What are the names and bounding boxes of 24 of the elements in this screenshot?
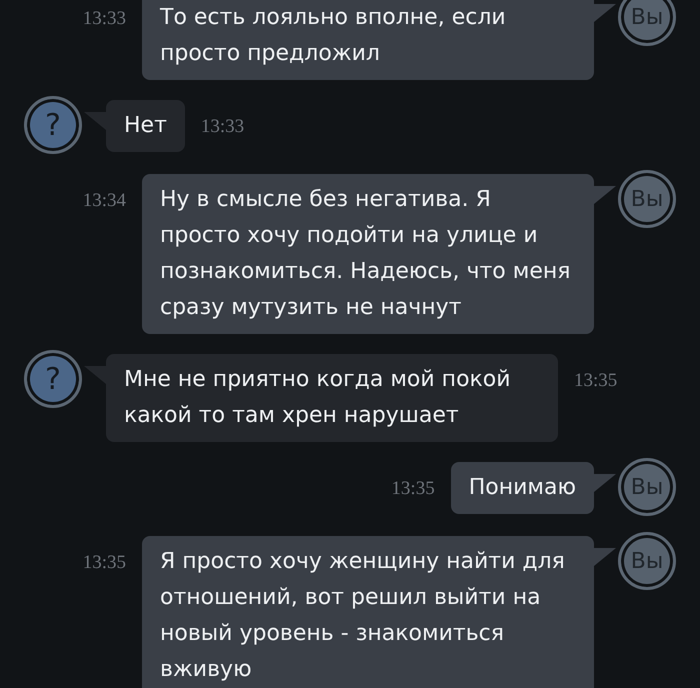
message-bubble: Я просто хочу женщину найти для отношений, вот решил выйти на новый уровень - знакомиться вживую: [142, 536, 594, 688]
avatar[interactable]: Вы: [618, 170, 676, 228]
bubble-tail-icon: [594, 4, 618, 24]
message-time: 13:33: [82, 8, 126, 30]
bubble-tail-icon: [594, 186, 618, 206]
avatar[interactable]: Вы: [618, 458, 676, 516]
message-bubble: Мне не приятно когда мой покой какой то там хрен нарушает: [106, 354, 558, 442]
bubble-tail-icon: [594, 474, 618, 494]
bubble-tail-icon: [82, 366, 106, 386]
message-bubble: Понимаю: [450, 462, 594, 514]
message-bubble: Нет: [106, 100, 185, 152]
message-time: 13:35: [574, 370, 618, 392]
avatar[interactable]: ?: [24, 96, 82, 154]
bubble-tail-icon: [594, 548, 618, 568]
message-time: 13:35: [391, 478, 435, 500]
message-time: 13:33: [200, 116, 244, 138]
message-bubble: Ну в смысле без негатива. Я просто хочу подойти на улице и познакомиться. Надеюсь, что меня сразу мутузить не начнут: [142, 174, 594, 334]
avatar[interactable]: ?: [24, 350, 82, 408]
message-time: 13:35: [82, 552, 126, 574]
message-time: 13:34: [82, 190, 126, 212]
message-bubble: То есть лояльно вполне, если просто предложил: [142, 0, 594, 80]
bubble-tail-icon: [82, 112, 106, 132]
avatar[interactable]: Вы: [618, 0, 676, 46]
avatar[interactable]: Вы: [618, 532, 676, 590]
